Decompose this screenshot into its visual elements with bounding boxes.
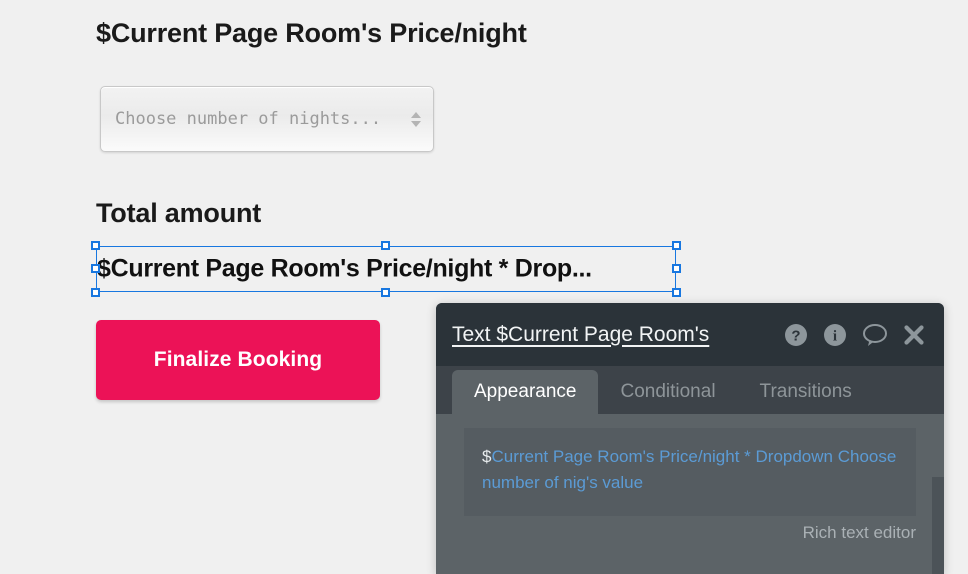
panel-title[interactable]: Text $Current Page Room's xyxy=(452,323,783,347)
panel-header-icons: ? i xyxy=(783,322,926,348)
price-heading: $Current Page Room's Price/night xyxy=(96,18,527,48)
close-x-icon[interactable] xyxy=(902,323,926,347)
resize-handle-bottom-right[interactable] xyxy=(672,288,681,297)
rich-text-editor-field[interactable]: $Current Page Room's Price/night * Dropd… xyxy=(464,428,916,516)
resize-handle-middle-right[interactable] xyxy=(672,264,681,273)
comment-bubble-icon[interactable] xyxy=(861,322,889,348)
resize-handle-bottom-center[interactable] xyxy=(381,288,390,297)
panel-scrollbar[interactable] xyxy=(932,477,944,574)
svg-text:i: i xyxy=(833,328,837,344)
panel-body: $Current Page Room's Price/night * Dropd… xyxy=(436,414,944,574)
page-canvas: $Current Page Room's Price/night Choose … xyxy=(0,0,968,574)
help-circle-icon[interactable]: ? xyxy=(783,322,809,348)
tab-appearance[interactable]: Appearance xyxy=(452,370,599,414)
total-amount-heading: Total amount xyxy=(96,198,262,228)
tab-conditional[interactable]: Conditional xyxy=(598,370,737,414)
rich-text-editor-caption: Rich text editor xyxy=(802,523,916,542)
tab-transitions[interactable]: Transitions xyxy=(738,370,874,414)
nights-select[interactable]: Choose number of nights... xyxy=(100,86,434,152)
panel-header: Text $Current Page Room's ? i xyxy=(436,303,944,366)
resize-handle-middle-left[interactable] xyxy=(91,264,100,273)
resize-handle-top-left[interactable] xyxy=(91,241,100,250)
selected-text-label: $Current Page Room's Price/night * Drop.… xyxy=(97,254,592,283)
resize-handle-top-right[interactable] xyxy=(672,241,681,250)
svg-text:?: ? xyxy=(791,327,800,344)
resize-handle-bottom-left[interactable] xyxy=(91,288,100,297)
panel-tabs: Appearance Conditional Transitions xyxy=(436,366,944,414)
nights-select-placeholder: Choose number of nights... xyxy=(115,109,382,129)
info-circle-icon[interactable]: i xyxy=(822,322,848,348)
rich-text-content: Current Page Room's Price/night * Dropdo… xyxy=(482,447,897,492)
up-down-arrows-icon xyxy=(409,111,423,127)
finalize-booking-button[interactable]: Finalize Booking xyxy=(96,320,380,400)
property-editor-panel: Text $Current Page Room's ? i Appearance… xyxy=(436,303,944,574)
selected-text-element[interactable]: $Current Page Room's Price/night * Drop.… xyxy=(91,241,681,297)
resize-handle-top-center[interactable] xyxy=(381,241,390,250)
